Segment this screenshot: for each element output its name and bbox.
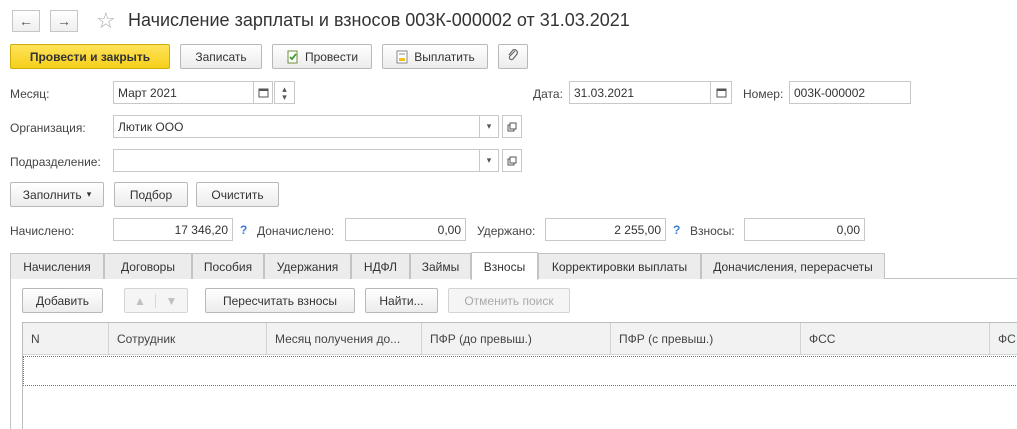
month-field[interactable]: Март 2021 (113, 81, 254, 104)
move-buttons[interactable]: ▲ ▼ (124, 288, 188, 313)
pay-button[interactable]: Выплатить (382, 44, 488, 69)
chevron-down-icon[interactable]: ▾ (479, 115, 499, 138)
paperclip-icon (506, 48, 520, 65)
organization-label: Организация: (10, 121, 86, 135)
favorite-star-icon[interactable]: ☆ (96, 8, 116, 34)
tab-payment-corrections[interactable]: Корректировки выплаты (538, 253, 701, 279)
add-button[interactable]: Добавить (22, 288, 103, 313)
tab-contributions[interactable]: Взносы (471, 252, 538, 280)
column-header-month[interactable]: Месяц получения до... (267, 323, 422, 355)
fill-button-label: Заполнить (22, 187, 82, 202)
pay-button-label: Выплатить (414, 49, 475, 64)
chevron-down-icon[interactable]: ▾ (282, 92, 287, 101)
post-icon (286, 50, 300, 64)
column-header-employee[interactable]: Сотрудник (109, 323, 267, 355)
arrow-left-icon: ← (19, 13, 33, 29)
chevron-down-icon: ▾ (86, 189, 92, 199)
tab-benefits[interactable]: Пособия (192, 253, 264, 279)
date-field[interactable]: 31.03.2021 (569, 81, 711, 104)
select-button[interactable]: Подбор (114, 182, 188, 207)
recalculate-contributions-button[interactable]: Пересчитать взносы (205, 288, 355, 313)
month-label: Месяц: (10, 87, 50, 101)
help-icon[interactable]: ? (240, 223, 247, 237)
extra-accrued-field: 0,00 (345, 218, 466, 241)
column-header-fss[interactable]: ФСС (801, 323, 990, 355)
column-header-pfr-before[interactable]: ПФР (до превыш.) (422, 323, 611, 355)
tab-recalculations[interactable]: Доначисления, перерасчеты (701, 253, 885, 279)
arrow-right-icon: → (57, 13, 71, 29)
clear-button[interactable]: Очистить (196, 182, 279, 207)
column-header-fs[interactable]: ФС (990, 323, 1017, 355)
calendar-icon[interactable] (253, 81, 273, 104)
contributions-table[interactable]: N Сотрудник Месяц получения до... ПФР (д… (22, 322, 1017, 429)
arrow-up-icon[interactable]: ▲ (125, 293, 156, 308)
post-and-close-button[interactable]: Провести и закрыть (10, 44, 170, 69)
tab-loans[interactable]: Займы (410, 253, 471, 279)
calendar-icon[interactable] (710, 81, 732, 104)
open-icon[interactable] (502, 149, 522, 172)
withheld-field: 2 255,00 (545, 218, 666, 241)
open-icon[interactable] (502, 115, 522, 138)
arrow-down-icon[interactable]: ▼ (156, 294, 187, 308)
date-label: Дата: (533, 87, 563, 101)
help-icon[interactable]: ? (673, 223, 680, 237)
column-header-n[interactable]: N (23, 323, 109, 355)
attach-button[interactable] (498, 44, 528, 69)
number-field[interactable]: 003К-000002 (789, 81, 911, 104)
number-label: Номер: (743, 87, 784, 101)
tab-accruals[interactable]: Начисления (10, 253, 104, 279)
accrued-label: Начислено: (10, 224, 75, 238)
department-field[interactable] (113, 149, 480, 172)
tab-contracts[interactable]: Договоры (104, 253, 192, 279)
table-row[interactable] (23, 356, 1017, 386)
column-header-pfr-after[interactable]: ПФР (с превыш.) (611, 323, 801, 355)
forward-button[interactable]: → (50, 10, 78, 32)
chevron-down-icon[interactable]: ▾ (479, 149, 499, 172)
extra-accrued-label: Доначислено: (257, 224, 335, 238)
withheld-label: Удержано: (477, 224, 536, 238)
save-button[interactable]: Записать (180, 44, 262, 69)
post-button-label: Провести (304, 49, 359, 64)
tab-ndfl[interactable]: НДФЛ (351, 253, 410, 279)
find-button[interactable]: Найти... (365, 288, 438, 313)
accrued-field: 17 346,20 (113, 218, 233, 241)
fill-button[interactable]: Заполнить ▾ (10, 182, 104, 207)
pay-icon (395, 50, 409, 64)
contributions-field: 0,00 (744, 218, 865, 241)
cancel-search-button[interactable]: Отменить поиск (448, 288, 570, 313)
organization-field[interactable]: Лютик ООО (113, 115, 480, 138)
post-button[interactable]: Провести (272, 44, 372, 69)
back-button[interactable]: ← (12, 10, 40, 32)
tab-deductions[interactable]: Удержания (264, 253, 351, 279)
page-title: Начисление зарплаты и взносов 003К-00000… (128, 10, 630, 30)
contributions-label: Взносы: (690, 224, 735, 238)
department-label: Подразделение: (10, 155, 101, 169)
month-stepper[interactable]: ▴ ▾ (274, 81, 295, 104)
